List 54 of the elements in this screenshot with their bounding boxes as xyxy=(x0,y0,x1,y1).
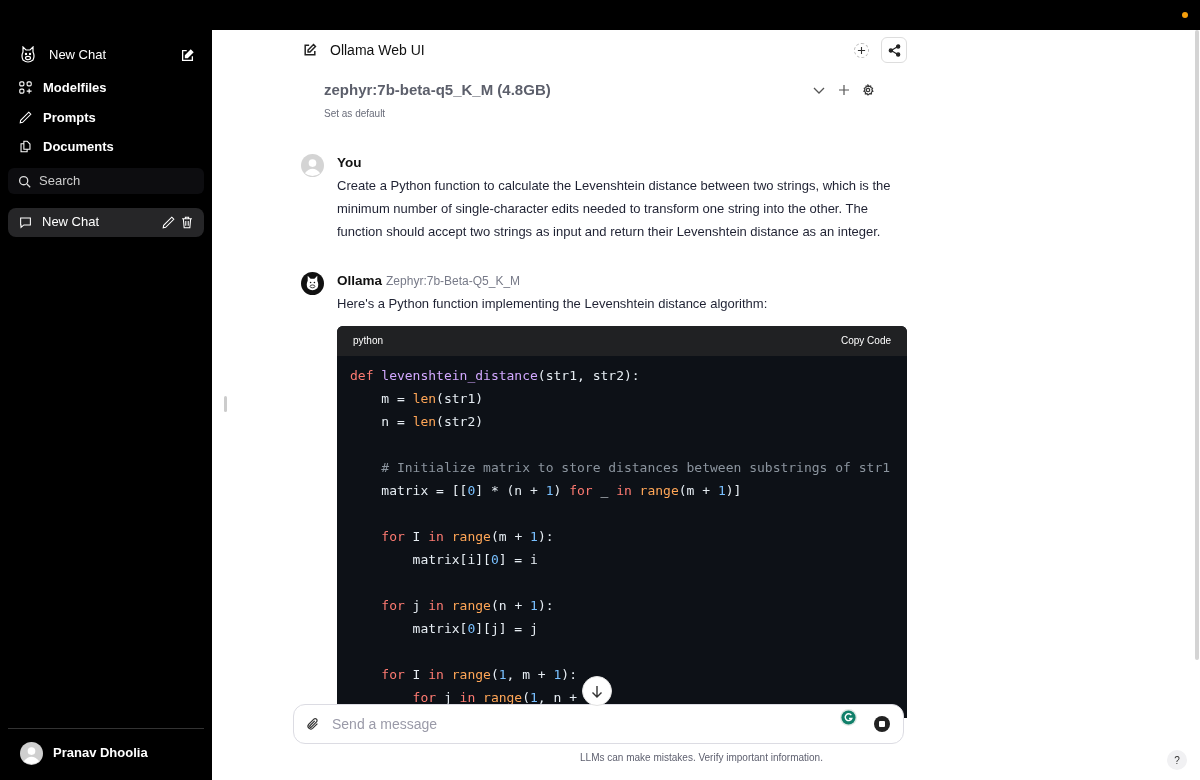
model-selector[interactable]: zephyr:7b-beta-q5_K_M (4.8GB) xyxy=(324,79,813,102)
code-line: matrix[i][0] = i xyxy=(411,550,538,569)
code-line: for I in range(m + 1): xyxy=(380,527,554,546)
stop-icon[interactable] xyxy=(874,716,890,732)
documents-icon xyxy=(19,140,32,154)
compose-icon[interactable] xyxy=(181,48,194,62)
llama-avatar-icon xyxy=(301,271,324,295)
code-line: for I in range(1, m + 1): xyxy=(380,665,577,684)
new-chat-button[interactable]: New Chat xyxy=(8,42,204,68)
disclaimer-text: LLMs can make mistakes. Verify important information. xyxy=(580,751,823,765)
avatar-icon xyxy=(20,741,43,765)
plus-icon xyxy=(857,45,866,55)
share-button[interactable] xyxy=(881,37,907,63)
edit-icon[interactable] xyxy=(303,43,317,57)
settings-icon[interactable] xyxy=(862,84,874,97)
avatar-icon xyxy=(301,153,324,177)
message-text: Create a Python function to calculate the Levenshtein distance between two strings, which is the minimum number of single-character edits needed to transform one string into the other. The function should accept two strings as input and return their Levenshtein distance as an integer. xyxy=(337,176,892,241)
search-field[interactable]: Search xyxy=(8,167,204,194)
plus-icon[interactable] xyxy=(839,85,849,96)
chat-bubble-icon xyxy=(19,215,32,229)
help-button[interactable]: ? xyxy=(1167,750,1187,770)
set-default-link[interactable]: Set as default xyxy=(324,105,386,121)
copy-code-button[interactable]: Copy Code xyxy=(840,333,891,348)
nav-item[interactable]: Prompts xyxy=(8,102,204,132)
share-icon xyxy=(887,43,901,57)
arrow-down-icon xyxy=(591,684,603,698)
code-language: python xyxy=(353,334,384,348)
message-text: Here's a Python function implementing the Levenshtein distance algorithm: xyxy=(337,294,769,313)
pencil-icon xyxy=(19,110,32,124)
code-line: n = len(str2) xyxy=(380,412,484,431)
nav-item[interactable]: Documents xyxy=(8,132,204,162)
code-line: matrix[0][j] = j xyxy=(411,619,538,638)
author-name: You xyxy=(337,153,362,172)
model-name: Zephyr:7b-Beta-Q5_K_M xyxy=(386,272,521,290)
scrollbar[interactable] xyxy=(1195,30,1199,660)
grammar-icon[interactable] xyxy=(840,709,857,726)
nav-item[interactable]: Modelfiles xyxy=(8,73,204,103)
code-line: m = len(str1) xyxy=(380,389,484,408)
message-input[interactable]: Send a message xyxy=(293,704,904,744)
chat-title: Ollama Web UI xyxy=(330,40,426,60)
search-icon xyxy=(18,174,31,188)
code-line: for j in range(n + 1): xyxy=(380,596,554,615)
code-line: matrix = [[0] * (n + 1) for _ in range(m + 1)] xyxy=(380,481,742,500)
llama-icon xyxy=(20,46,36,64)
chat-item[interactable]: New Chat xyxy=(8,207,204,237)
author-name: Ollama xyxy=(337,271,383,290)
pencil-icon[interactable] xyxy=(162,215,175,229)
user-name[interactable]: Pranav Dhoolia xyxy=(53,743,148,763)
trash-icon[interactable] xyxy=(181,215,193,229)
code-line: # Initialize matrix to store distances between substrings of str1 xyxy=(380,458,891,477)
resize-handle[interactable] xyxy=(224,396,227,412)
paperclip-icon[interactable] xyxy=(306,717,320,731)
code-line: def levenshtein_distance(str1, str2): xyxy=(350,366,640,385)
grid-icon xyxy=(19,81,32,95)
